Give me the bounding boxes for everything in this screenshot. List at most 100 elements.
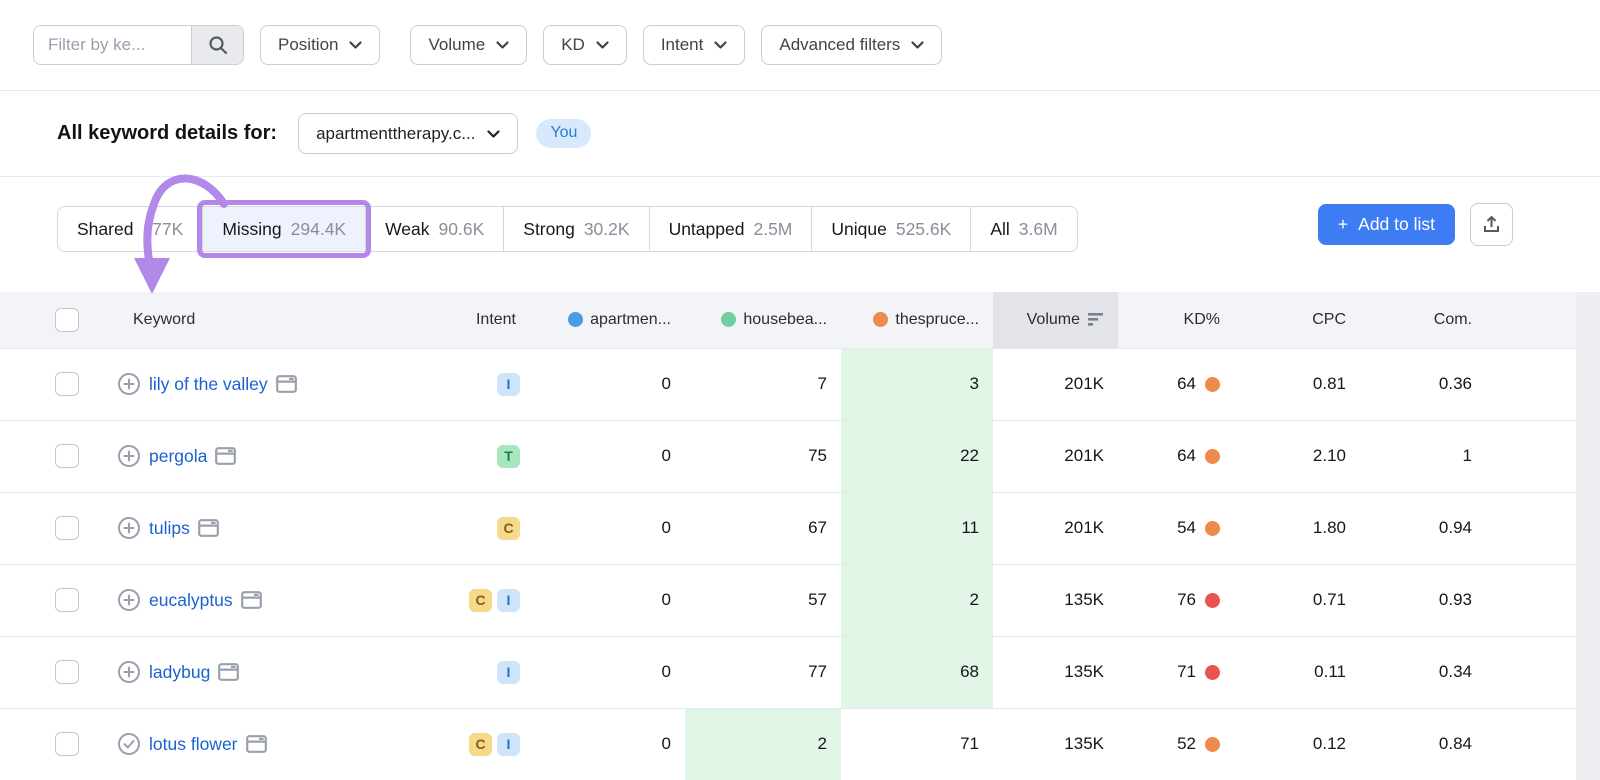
serp-features-button[interactable]	[215, 447, 236, 465]
keyword-added-button[interactable]	[117, 732, 141, 756]
cpc-cell: 1.80	[1240, 492, 1360, 564]
chevron-down-icon	[487, 130, 500, 138]
kd-difficulty-dot-red	[1205, 593, 1220, 608]
kd-difficulty-dot-orange	[1205, 449, 1220, 464]
serp-features-button[interactable]	[198, 519, 219, 537]
added-to-list-icon	[117, 732, 141, 756]
column-header-competitor-2[interactable]: housebea...	[685, 292, 841, 348]
position-cell-comp2: 67	[685, 492, 841, 564]
volume-label: Volume	[1027, 311, 1080, 329]
keyword-add-button[interactable]	[117, 444, 141, 468]
keyword-link[interactable]: eucalyptus	[149, 590, 233, 611]
com-cell: 0.34	[1360, 636, 1490, 708]
advanced-filters-dropdown[interactable]: Advanced filters	[761, 25, 942, 65]
kd-value: 76	[1177, 590, 1196, 610]
serp-features-icon	[276, 375, 297, 393]
keyword-add-button[interactable]	[117, 372, 141, 396]
position-cell-comp3: 68	[841, 636, 993, 708]
filter-toolbar: Position Volume KD Intent Advanced filte…	[0, 0, 1600, 91]
row-checkbox[interactable]	[55, 516, 79, 540]
row-checkbox[interactable]	[55, 372, 79, 396]
volume-filter-dropdown[interactable]: Volume	[410, 25, 527, 65]
kd-filter-dropdown[interactable]: KD	[543, 25, 627, 65]
page-title: All keyword details for:	[57, 122, 277, 145]
serp-features-button[interactable]	[218, 663, 239, 681]
position-cell-comp1: 0	[530, 492, 685, 564]
row-checkbox[interactable]	[55, 660, 79, 684]
serp-features-icon	[198, 519, 219, 537]
table-body: lily of the valleyI073201K640.810.36perg…	[0, 348, 1576, 780]
position-cell-comp3: 22	[841, 420, 993, 492]
table-row: ladybugI07768135K710.110.34	[0, 636, 1576, 708]
tab-unique[interactable]: Unique525.6K	[811, 207, 970, 251]
add-to-list-button[interactable]: + Add to list	[1318, 204, 1455, 245]
keyword-table-container: Keyword Intent apartmen... housebea...	[0, 292, 1600, 780]
tab-shared[interactable]: Shared177K	[58, 207, 202, 251]
chevron-down-icon	[349, 41, 362, 49]
keyword-filter-input[interactable]	[34, 26, 191, 64]
column-header-volume[interactable]: Volume	[993, 292, 1118, 348]
column-header-cpc[interactable]: CPC	[1240, 292, 1360, 348]
position-cell-comp1: 0	[530, 636, 685, 708]
keyword-link[interactable]: ladybug	[149, 662, 210, 683]
keyword-add-button[interactable]	[117, 516, 141, 540]
table-row: lily of the valleyI073201K640.810.36	[0, 348, 1576, 420]
table-row: pergolaT07522201K642.101	[0, 420, 1576, 492]
position-cell-comp2: 57	[685, 564, 841, 636]
keyword-filter	[33, 25, 244, 65]
tab-all[interactable]: All3.6M	[970, 207, 1076, 251]
tab-untapped[interactable]: Untapped2.5M	[649, 207, 812, 251]
row-checkbox[interactable]	[55, 444, 79, 468]
column-header-com[interactable]: Com.	[1360, 292, 1490, 348]
keyword-add-button[interactable]	[117, 588, 141, 612]
row-checkbox[interactable]	[55, 732, 79, 756]
export-button[interactable]	[1470, 203, 1513, 246]
keyword-link[interactable]: tulips	[149, 518, 190, 539]
position-cell-comp3: 2	[841, 564, 993, 636]
domain-selector[interactable]: apartmenttherapy.c...	[298, 113, 518, 154]
position-cell-comp2: 2	[685, 708, 841, 780]
search-button[interactable]	[191, 26, 243, 64]
column-header-kd[interactable]: KD%	[1118, 292, 1240, 348]
dropdown-label: Volume	[428, 35, 485, 55]
keyword-table: Keyword Intent apartmen... housebea...	[0, 292, 1576, 780]
column-header-competitor-3[interactable]: thespruce...	[841, 292, 993, 348]
add-to-list-icon	[117, 516, 141, 540]
sort-descending-icon	[1088, 313, 1104, 326]
tab-label: Unique	[831, 219, 886, 239]
intent-filter-dropdown[interactable]: Intent	[643, 25, 746, 65]
volume-cell: 135K	[993, 708, 1118, 780]
tab-label: Shared	[77, 219, 133, 239]
keyword-link[interactable]: lotus flower	[149, 734, 238, 755]
serp-features-button[interactable]	[241, 591, 262, 609]
tab-count: 90.6K	[439, 219, 485, 239]
volume-cell: 201K	[993, 492, 1118, 564]
select-all-checkbox[interactable]	[55, 308, 79, 332]
keyword-add-button[interactable]	[117, 660, 141, 684]
table-header-row: Keyword Intent apartmen... housebea...	[0, 292, 1576, 348]
chevron-down-icon	[911, 41, 924, 49]
column-header-keyword[interactable]: Keyword	[97, 292, 465, 348]
kd-value: 54	[1177, 518, 1196, 538]
com-cell: 0.94	[1360, 492, 1490, 564]
kd-cell: 64	[1118, 348, 1240, 420]
add-to-list-icon	[117, 660, 141, 684]
tab-missing[interactable]: Missing294.4K	[202, 207, 365, 251]
tabs-row: Shared177KMissing294.4KWeak90.6KStrong30…	[0, 177, 1600, 259]
tab-strong[interactable]: Strong30.2K	[503, 207, 648, 251]
search-icon	[208, 35, 228, 55]
column-header-competitor-1[interactable]: apartmen...	[530, 292, 685, 348]
keyword-link[interactable]: pergola	[149, 446, 207, 467]
row-checkbox[interactable]	[55, 588, 79, 612]
keyword-link[interactable]: lily of the valley	[149, 374, 268, 395]
serp-features-button[interactable]	[276, 375, 297, 393]
column-header-intent[interactable]: Intent	[465, 292, 530, 348]
details-header: All keyword details for: apartmenttherap…	[0, 91, 1600, 177]
serp-features-icon	[215, 447, 236, 465]
position-filter-dropdown[interactable]: Position	[260, 25, 380, 65]
add-to-list-icon	[117, 444, 141, 468]
serp-features-button[interactable]	[246, 735, 267, 753]
cpc-cell: 0.11	[1240, 636, 1360, 708]
tab-weak[interactable]: Weak90.6K	[365, 207, 503, 251]
competitor-dot-orange	[873, 312, 888, 327]
